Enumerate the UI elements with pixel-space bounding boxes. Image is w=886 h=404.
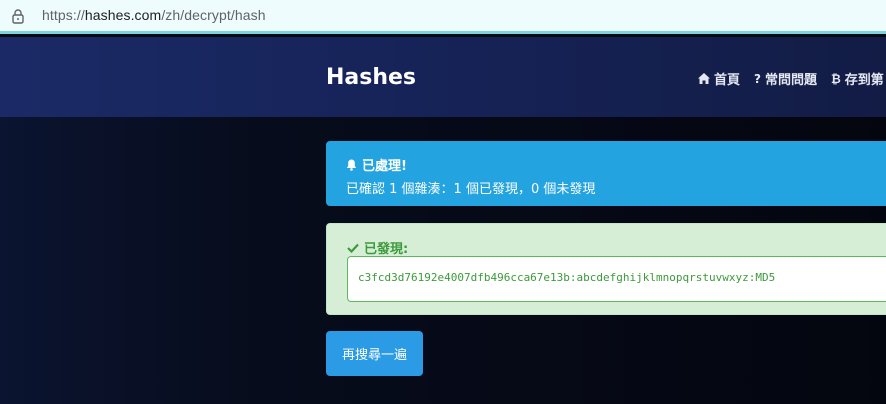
info-alert-title-text: 已處理! [362,159,407,174]
info-alert-message: 已確認 1 個雜湊：1 個已發現，0 個未發現 [346,182,596,197]
browser-address-bar[interactable]: https://hashes.com/zh/decrypt/hash [0,0,886,34]
lock-icon [12,9,24,24]
success-alert-title-text: 已發現: [364,242,409,257]
check-icon [347,243,359,253]
nav-link-home[interactable]: 首頁 [698,69,740,88]
nav-link-deposit-label: 存到第 [844,73,884,88]
info-alert: 已處理! 已確認 1 個雜湊：1 個已發現，0 個未發現 [326,141,886,206]
nav-link-home-label: 首頁 [714,73,741,88]
success-alert-title: 已發現: [347,238,408,257]
brand-logo[interactable]: Hashes [326,65,416,90]
bitcoin-icon: ₿ [831,71,841,86]
success-alert: 已發現: c3fcd3d76192e4007dfb496cca67e13b:ab… [326,223,886,315]
top-navbar: Hashes 首頁 ? 常問問題 ₿ 存到第 [0,37,886,117]
question-icon: ? [754,71,761,86]
url-prefix: https:// [42,7,85,23]
nav-link-faq[interactable]: ? 常問問題 [754,69,817,89]
result-output[interactable]: c3fcd3d76192e4007dfb496cca67e13b:abcdefg… [347,256,886,302]
url-host: hashes.com [84,7,162,23]
home-icon [698,73,710,84]
nav-links: 首頁 ? 常問問題 ₿ 存到第 [698,69,884,88]
bell-icon [346,159,357,171]
url-path: /zh/decrypt/hash [161,7,266,23]
nav-link-deposit[interactable]: ₿ 存到第 [831,69,884,89]
search-again-button[interactable]: 再搜尋一遍 [326,331,423,376]
nav-link-faq-label: 常問問題 [764,73,817,88]
info-alert-title: 已處理! [346,155,876,174]
url-text[interactable]: https://hashes.com/zh/decrypt/hash [42,7,266,23]
main-content: 已處理! 已確認 1 個雜湊：1 個已發現，0 個未發現 已發現: c3fcd3… [0,117,886,404]
